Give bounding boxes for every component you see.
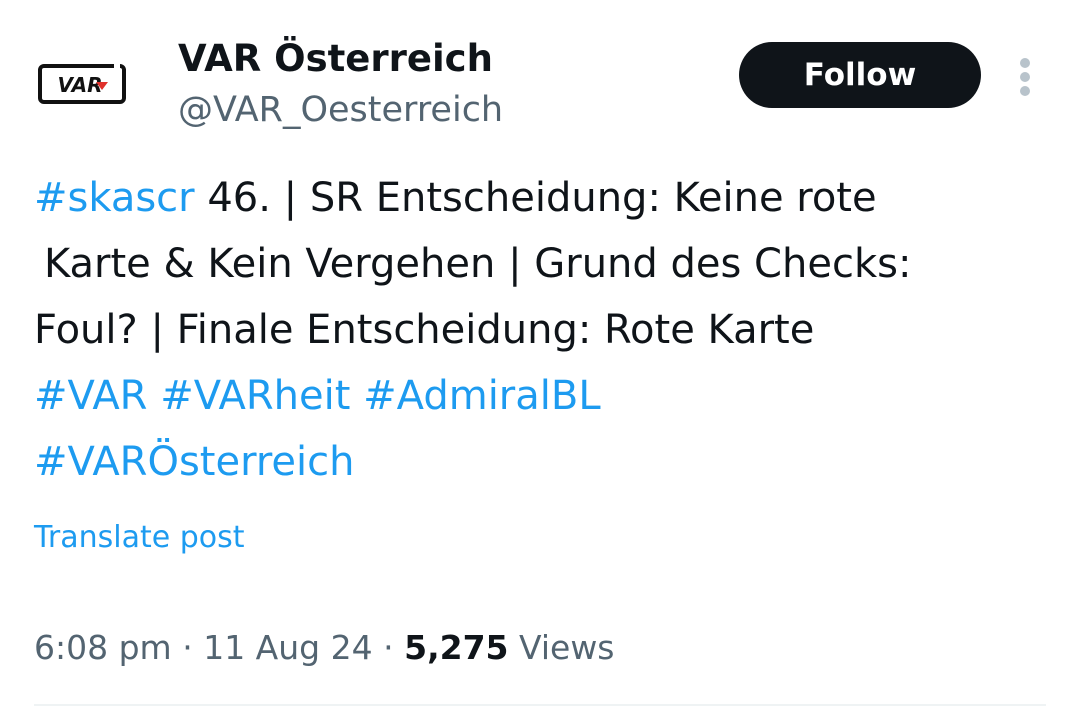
post-text-line: Foul? | Finale Entscheidung: Rote Karte — [34, 297, 1044, 363]
more-dot — [1020, 72, 1030, 82]
hashtag-link[interactable]: #VARÖsterreich — [34, 439, 354, 485]
var-logo-icon: VAR — [38, 62, 126, 104]
hashtag-link[interactable]: #skascr — [34, 175, 195, 221]
more-dot — [1020, 86, 1030, 96]
follow-button[interactable]: Follow — [739, 42, 981, 108]
meta-separator: · — [383, 628, 394, 667]
post-text-line: #VARÖsterreich — [34, 429, 1044, 495]
post-text-segment: 46. | SR Entscheidung: Keine rote — [194, 175, 877, 221]
translate-post-link[interactable]: Translate post — [34, 518, 245, 558]
more-dot — [1020, 58, 1030, 68]
avatar-logo-text: VAR — [58, 73, 103, 97]
views-count: 5,275 — [404, 628, 509, 667]
post-meta: 6:08 pm · 11 Aug 24 · 5,275 Views — [34, 626, 615, 670]
post-text-segment — [147, 373, 160, 419]
meta-separator: · — [182, 628, 193, 667]
post-time[interactable]: 6:08 pm — [34, 628, 172, 667]
avatar[interactable]: VAR — [22, 40, 146, 130]
post-text-line: #VAR #VARheit #AdmiralBL — [34, 363, 1044, 429]
author-handle[interactable]: @VAR_Oesterreich — [178, 87, 503, 133]
divider — [34, 704, 1046, 706]
more-options-icon[interactable] — [1008, 54, 1042, 100]
post-text-line: #skascr 46. | SR Entscheidung: Keine rot… — [34, 165, 1044, 231]
author-display-name[interactable]: VAR Österreich — [178, 36, 493, 82]
post-text-segment: Foul? | Finale Entscheidung: Rote Karte — [34, 307, 815, 353]
post-text-line: Karte & Kein Vergehen | Grund des Checks… — [34, 231, 1044, 297]
post-text-segment: Karte & Kein Vergehen | Grund des Checks… — [44, 241, 912, 287]
hashtag-link[interactable]: #VAR — [34, 373, 147, 419]
post-date[interactable]: 11 Aug 24 — [203, 628, 372, 667]
views-label: Views — [519, 628, 615, 667]
hashtag-link[interactable]: #AdmiralBL — [363, 373, 600, 419]
post-text-segment — [350, 373, 363, 419]
hashtag-link[interactable]: #VARheit — [160, 373, 350, 419]
post-text: #skascr 46. | SR Entscheidung: Keine rot… — [34, 165, 1044, 495]
